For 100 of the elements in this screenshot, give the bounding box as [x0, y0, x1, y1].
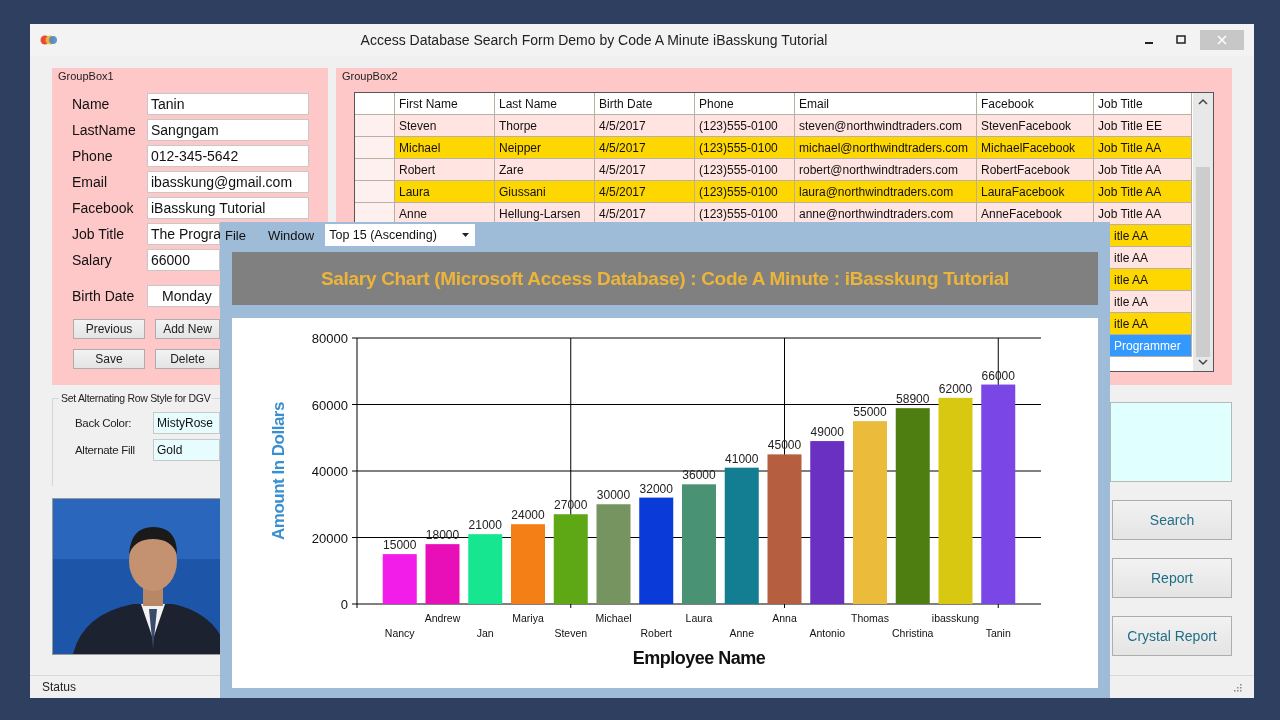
form-button[interactable]: Add New [155, 319, 220, 339]
category-label: Michael [595, 612, 632, 624]
axis-tick-label: 60000 [311, 397, 348, 413]
form-button[interactable]: Save [73, 349, 145, 369]
table-cell: Zare [495, 159, 595, 181]
table-cell: Giussani [495, 181, 595, 203]
table-cell: 4/5/2017 [595, 181, 695, 203]
field-label: Alternate Fill [75, 444, 136, 456]
row-header[interactable] [355, 137, 395, 159]
table-cell: LauraFacebook [977, 181, 1094, 203]
table-cell: Job Title AA [1094, 137, 1192, 159]
action-button[interactable]: Crystal Report [1112, 616, 1232, 656]
category-label: ibasskung [931, 612, 980, 624]
y-axis-title: Amount In Dollars [269, 402, 288, 540]
column-header[interactable]: Phone [695, 93, 795, 115]
text-field[interactable]: ibasskung@gmail.com [147, 171, 309, 193]
text-area[interactable] [1110, 402, 1232, 482]
row-header[interactable] [355, 181, 395, 203]
text-field[interactable]: iBasskung Tutorial [147, 197, 309, 219]
text-field[interactable]: Tanin [147, 93, 309, 115]
table-cell: 4/5/2017 [595, 137, 695, 159]
table-cell: Michael [395, 137, 495, 159]
table-cell: RobertFacebook [977, 159, 1094, 181]
column-header[interactable]: Birth Date [595, 93, 695, 115]
row-header[interactable] [355, 159, 395, 181]
column-header[interactable]: First Name [395, 93, 495, 115]
column-header[interactable]: Email [795, 93, 977, 115]
chart-header: Salary Chart (Microsoft Access Database) : Code A Minute : iBasskung Tutorial [232, 252, 1098, 305]
bar [425, 544, 460, 604]
table-cell: Job Title EE [1094, 115, 1192, 137]
category-label: Christina [892, 627, 934, 639]
field-label: Facebook [72, 200, 135, 216]
row-header[interactable] [355, 115, 395, 137]
column-header[interactable]: Last Name [495, 93, 595, 115]
category-label: Anne [729, 627, 754, 639]
table-cell: 4/5/2017 [595, 159, 695, 181]
column-header[interactable]: Facebook [977, 93, 1094, 115]
resize-grip-icon[interactable] [1232, 682, 1242, 692]
category-label: Mariya [512, 612, 544, 624]
action-button[interactable]: Search [1112, 500, 1232, 540]
action-button[interactable]: Report [1112, 558, 1232, 598]
data-label: 32000 [639, 481, 673, 496]
row-header[interactable] [355, 203, 395, 225]
field-label: LastName [72, 122, 137, 138]
text-field[interactable]: Gold [153, 439, 220, 461]
table-cell: (123)555-0100 [695, 181, 795, 203]
data-label: 49000 [810, 425, 844, 440]
table-cell: Job Title AA [1094, 159, 1192, 181]
data-label: 24000 [511, 508, 545, 523]
table-cell: Neipper [495, 137, 595, 159]
data-label: 21000 [468, 518, 502, 533]
category-label: Nancy [384, 627, 415, 639]
text-field[interactable]: 66000 [147, 249, 220, 271]
category-label: Anna [772, 612, 797, 624]
data-label: 41000 [725, 451, 759, 466]
table-cell: (123)555-0100 [695, 159, 795, 181]
text-field[interactable]: MistyRose [153, 412, 220, 434]
window-title: Access Database Search Form Demo by Code A Minute iBasskung Tutorial [359, 32, 829, 48]
category-label: Antonio [809, 627, 846, 639]
date-picker[interactable]: Monday [147, 285, 220, 307]
text-field[interactable]: 012-345-5642 [147, 145, 309, 167]
table-cell: (123)555-0100 [695, 115, 795, 137]
bar [468, 534, 503, 604]
caret-icon[interactable] [462, 233, 470, 237]
table-cell: Job Title AA [1094, 203, 1192, 225]
scrollbar[interactable] [1193, 93, 1213, 371]
scroll-down-icon[interactable] [1198, 357, 1208, 367]
text-field[interactable]: Sangngam [147, 119, 309, 141]
table-cell: AnneFacebook [977, 203, 1094, 225]
app-icon [40, 34, 58, 46]
table-cell: anne@northwindtraders.com [795, 203, 977, 225]
field-label: Back Color: [75, 417, 133, 429]
data-label: 15000 [383, 538, 417, 553]
table-cell: Hellung-Larsen [495, 203, 595, 225]
status-text: Status [42, 680, 77, 694]
table-cell: laura@northwindtraders.com [795, 181, 977, 203]
category-label: Thomas [851, 612, 889, 624]
field-label: Salary [72, 252, 113, 268]
column-header[interactable]: Job Title [1094, 93, 1192, 115]
field-label: Job Title [72, 226, 126, 242]
scroll-up-icon[interactable] [1198, 97, 1208, 107]
field-label: Birth Date [72, 288, 136, 304]
close-icon[interactable] [1200, 30, 1244, 50]
menu-item[interactable]: Window [264, 227, 318, 243]
text-field[interactable]: The Progra [147, 223, 220, 245]
bar [382, 554, 417, 604]
category-label: Laura [685, 612, 713, 624]
groupbox-title: Set Alternating Row Style for DGV [59, 392, 213, 404]
table-cell: robert@northwindtraders.com [795, 159, 977, 181]
table-cell: Anne [395, 203, 495, 225]
menu-item[interactable]: File [222, 227, 249, 243]
view-dropdown[interactable]: Top 15 (Ascending) [325, 224, 476, 246]
data-label: 62000 [938, 381, 973, 396]
form-button[interactable]: Delete [155, 349, 220, 369]
table-cell: michael@northwindtraders.com [795, 137, 977, 159]
form-button[interactable]: Previous [73, 319, 145, 339]
groupbox-title: GroupBox2 [341, 69, 399, 84]
table-cell: Job Title AA [1094, 181, 1192, 203]
table-cell: MichaelFacebook [977, 137, 1094, 159]
category-label: Steven [554, 627, 588, 639]
